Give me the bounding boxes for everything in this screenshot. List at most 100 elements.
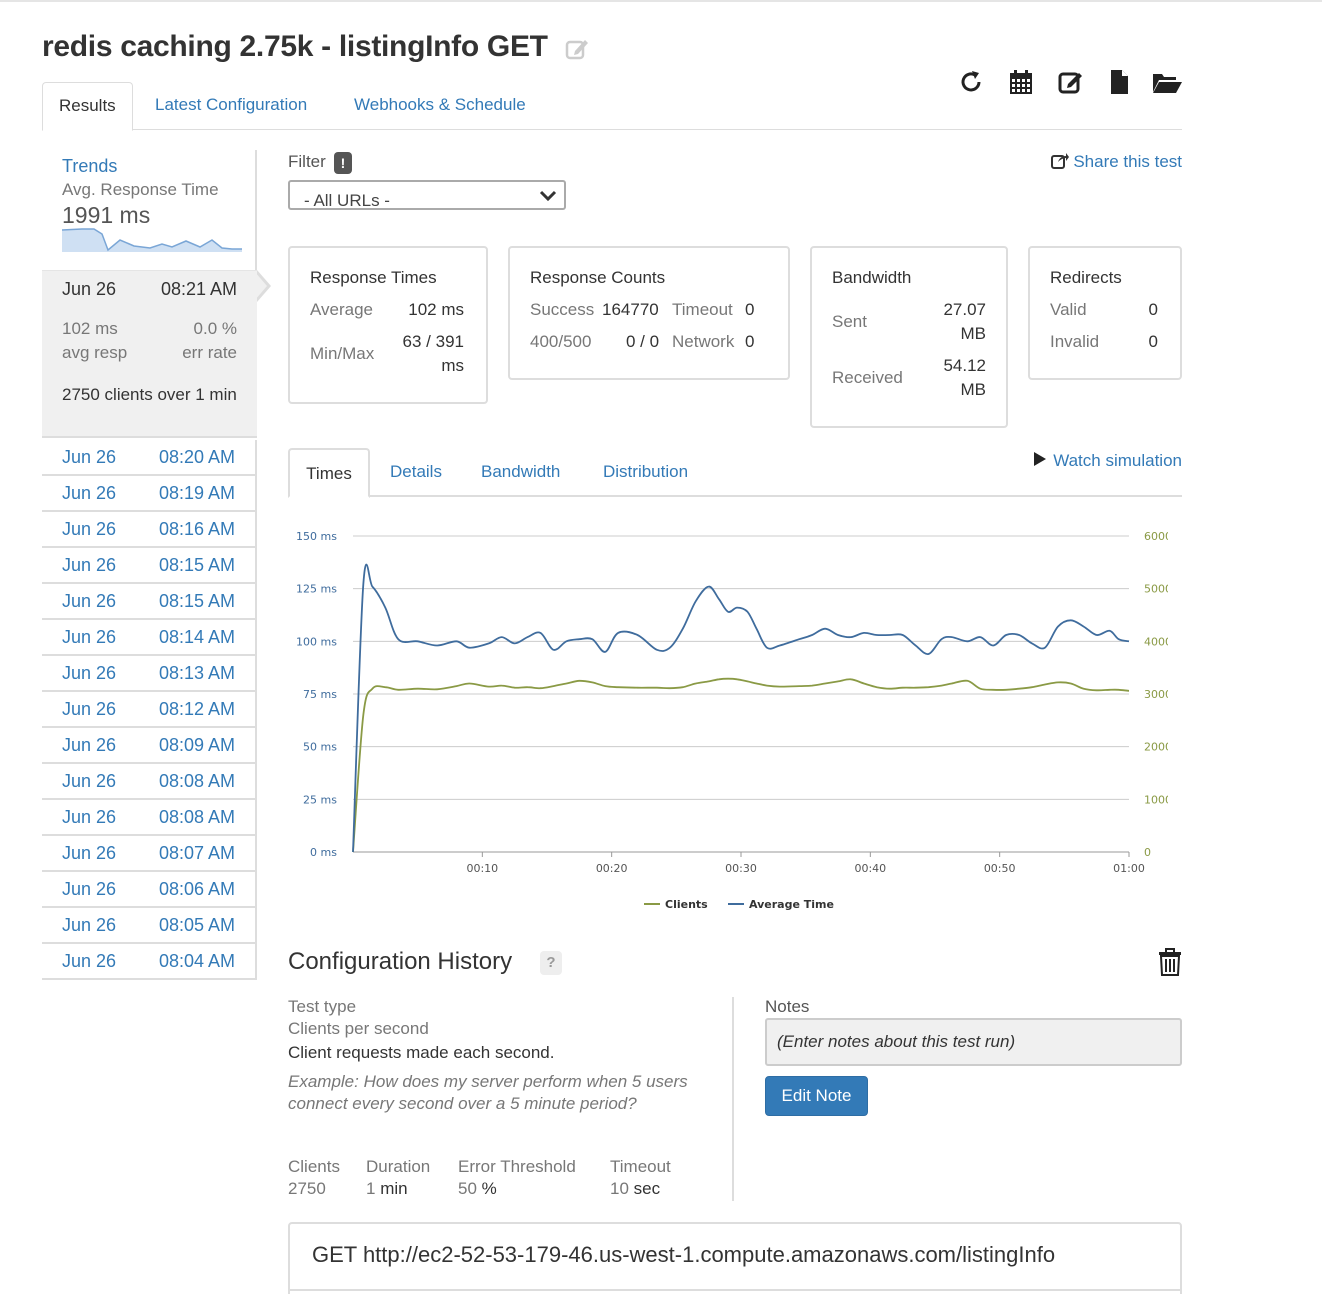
sent-unit: MB [960, 324, 987, 343]
run-date: Jun 26 [62, 627, 117, 647]
valid-value: 0 [1148, 300, 1158, 319]
run-list-item[interactable]: Jun 26 08:05 AM [42, 908, 257, 944]
duration-value: 1 min [366, 1179, 408, 1199]
clients-label: Clients [288, 1157, 340, 1176]
timeout-config-label: Timeout [610, 1157, 671, 1176]
edit-note-button[interactable]: Edit Note [765, 1076, 868, 1116]
run-date: Jun 26 [62, 771, 117, 791]
run-time: 08:20 AM [158, 447, 235, 467]
run-list-item[interactable]: Jun 26 08:12 AM [42, 692, 257, 728]
run-time: 08:06 AM [158, 879, 235, 899]
tab-times[interactable]: Times [288, 448, 370, 498]
network-value: 0 [745, 332, 755, 351]
error-threshold-label: Error Threshold [458, 1157, 576, 1176]
duration-unit: min [380, 1179, 408, 1198]
response-times-title: Response Times [310, 268, 437, 287]
x-tick-label: 00:40 [854, 862, 886, 875]
minmax-unit: ms [441, 356, 464, 375]
response-time-chart: 0 ms 0 25 ms 1000 50 ms 2000 75 ms 3000 100 ms 40… [296, 530, 1168, 911]
y-right-tick-label: 6000 [1144, 530, 1168, 543]
watch-simulation-link[interactable]: Watch simulation [1033, 451, 1182, 471]
tab-details[interactable]: Details [390, 448, 442, 497]
invalid-label: Invalid [1050, 332, 1100, 351]
bandwidth-title: Bandwidth [832, 268, 912, 287]
x-tick-label: 01:00 [1113, 862, 1145, 875]
minmax-value: 63 / 391 ms [403, 330, 464, 378]
received-label: Received [832, 368, 903, 387]
run-list-item[interactable]: Jun 26 08:20 AM [42, 440, 257, 476]
run-date: Jun 26 [62, 447, 117, 467]
run-list-item[interactable]: Jun 26 08:16 AM [42, 512, 257, 548]
http-error-label: 400/500 [530, 332, 592, 351]
run-list-item[interactable]: Jun 26 08:14 AM [42, 620, 257, 656]
duration-label: Duration [366, 1157, 431, 1176]
run-list-item[interactable]: Jun 26 08:19 AM [42, 476, 257, 512]
run-time: 08:05 AM [158, 915, 235, 935]
filter-info-badge[interactable]: ! [334, 152, 352, 174]
run-time: 08:15 AM [158, 555, 235, 575]
sent-amount: 27.07 [943, 300, 986, 319]
run-date: Jun 26 [62, 663, 117, 683]
run-time: 08:08 AM [158, 807, 235, 827]
duration-number: 1 [366, 1179, 376, 1198]
y-left-tick-label: 150 ms [296, 530, 337, 543]
y-left-tick-label: 100 ms [296, 635, 337, 648]
minmax-label: Min/Max [310, 344, 375, 363]
trash-icon[interactable] [1158, 948, 1182, 976]
share-test-link[interactable]: Share this test [1051, 152, 1182, 172]
timeout-config-value: 10 sec [610, 1179, 660, 1199]
request-method-url: GET http://ec2-52-53-179-46.us-west-1.co… [312, 1242, 1056, 1267]
run-list-item[interactable]: Jun 26 08:15 AM [42, 584, 257, 620]
legend-average-time-label: Average Time [749, 898, 834, 911]
notes-field[interactable]: (Enter notes about this test run) [765, 1018, 1182, 1066]
run-list-item[interactable]: Jun 26 08:06 AM [42, 872, 257, 908]
run-time: 08:13 AM [158, 663, 235, 683]
run-list-item[interactable]: Jun 26 08:09 AM [42, 728, 257, 764]
run-list-item[interactable]: Jun 26 08:15 AM [42, 548, 257, 584]
tab-latest-configuration[interactable]: Latest Configuration [139, 82, 323, 130]
valid-label: Valid [1050, 300, 1087, 319]
tab-results[interactable]: Results [42, 82, 133, 131]
y-left-tick-label: 75 ms [303, 688, 337, 701]
test-type-example: Example: How does my server perform when… [288, 1072, 688, 1113]
clients-value: 2750 [288, 1179, 326, 1198]
run-time: 08:16 AM [158, 519, 235, 539]
err-rate-label: err rate [182, 343, 237, 362]
trends-link[interactable]: Trends [62, 156, 117, 177]
selected-run-date: Jun 26 [62, 279, 117, 299]
response-counts-title: Response Counts [530, 268, 666, 287]
y-right-tick-label: 2000 [1144, 741, 1168, 754]
request-url-panel: GET http://ec2-52-53-179-46.us-west-1.co… [288, 1222, 1182, 1294]
avg-response-label: Avg. Response Time [62, 180, 219, 199]
config-help-badge[interactable]: ? [540, 951, 562, 975]
run-list-item[interactable]: Jun 26 08:04 AM [42, 944, 257, 980]
minmax-range: 63 / 391 [402, 332, 464, 351]
run-date: Jun 26 [62, 915, 117, 935]
tab-distribution[interactable]: Distribution [603, 448, 688, 497]
run-list-item[interactable]: Jun 26 08:07 AM [42, 836, 257, 872]
run-list-item[interactable]: Jun 26 08:08 AM [42, 764, 257, 800]
run-list-item[interactable]: Jun 26 08:13 AM [42, 656, 257, 692]
url-filter-select[interactable]: - All URLs - [288, 180, 566, 210]
run-time: 08:07 AM [158, 843, 235, 863]
run-date: Jun 26 [62, 735, 117, 755]
avg-resp-value: 102 ms [62, 319, 118, 338]
error-threshold-value: 50 % [458, 1179, 497, 1199]
error-threshold-unit: % [481, 1179, 497, 1198]
tab-webhooks-schedule[interactable]: Webhooks & Schedule [338, 82, 542, 130]
timeout-unit: sec [633, 1179, 661, 1198]
success-value: 164770 [602, 300, 659, 319]
legend-clients-label: Clients [665, 898, 708, 911]
tab-bandwidth[interactable]: Bandwidth [481, 448, 560, 497]
run-time: 08:12 AM [158, 699, 235, 719]
selection-pointer-inner [255, 272, 267, 300]
run-list-item[interactable]: Jun 26 08:08 AM [42, 800, 257, 836]
selected-run[interactable]: Jun 26 08:21 AM 102 ms avg resp 0.0 % er… [42, 270, 257, 438]
edit-title-icon[interactable] [565, 36, 591, 62]
run-date: Jun 26 [62, 555, 117, 575]
trends-panel: Trends Avg. Response Time 1991 ms [42, 150, 257, 270]
received-amount: 54.12 [943, 356, 986, 375]
run-time: 08:09 AM [158, 735, 235, 755]
run-date: Jun 26 [62, 951, 117, 971]
error-threshold-number: 50 [458, 1179, 477, 1198]
